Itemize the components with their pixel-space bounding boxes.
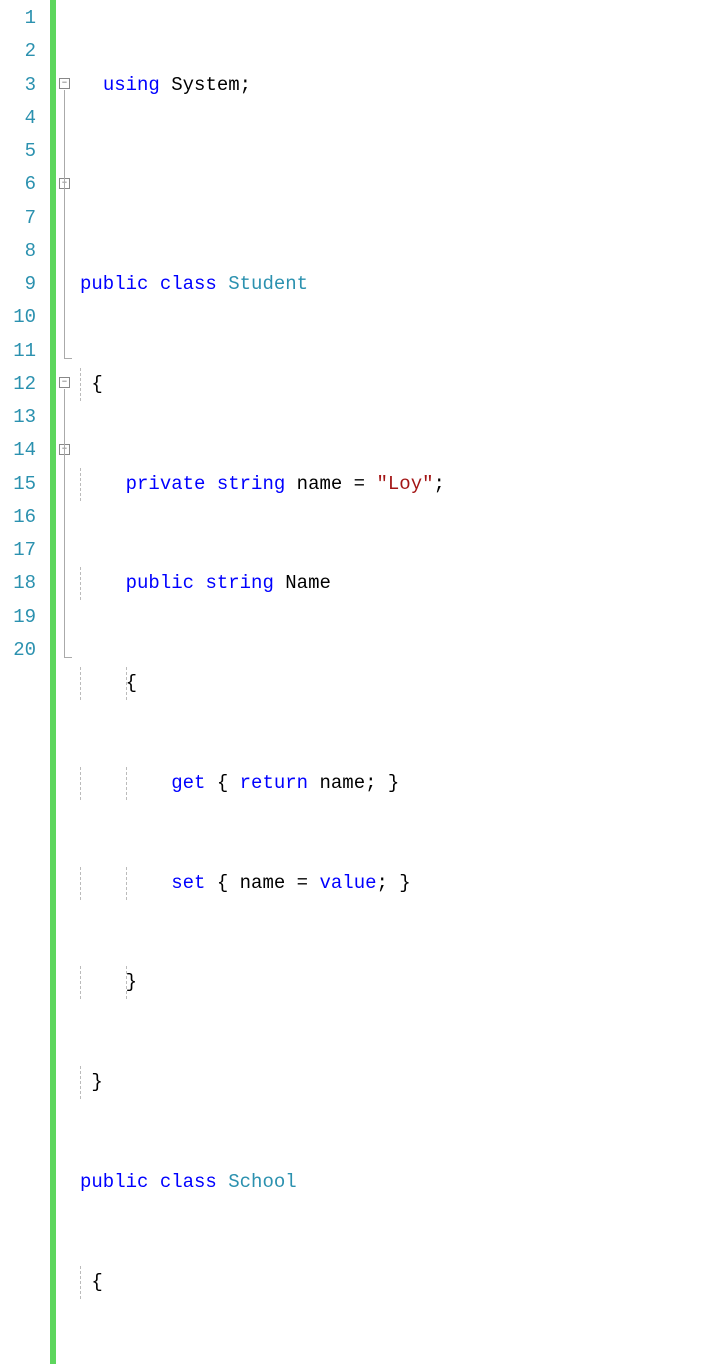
identifier: name bbox=[240, 872, 286, 894]
code-line: private string name = "Loy"; bbox=[80, 468, 559, 501]
code-line: using System; bbox=[80, 69, 559, 102]
keyword: string bbox=[217, 473, 285, 495]
fold-toggle-icon[interactable]: − bbox=[59, 377, 70, 388]
line-number: 6 bbox=[10, 168, 36, 201]
code-line: } bbox=[80, 1066, 559, 1099]
line-number: 4 bbox=[10, 102, 36, 135]
fold-guide-line bbox=[64, 389, 65, 657]
code-line: public class School bbox=[80, 1166, 559, 1199]
fold-guide-line bbox=[64, 90, 65, 358]
line-number: 3 bbox=[10, 69, 36, 102]
keyword: string bbox=[205, 572, 273, 594]
code-line: { bbox=[80, 667, 559, 700]
code-line: { bbox=[80, 368, 559, 401]
keyword: get bbox=[171, 772, 205, 794]
line-number: 11 bbox=[10, 335, 36, 368]
fold-guide-end bbox=[64, 358, 72, 359]
identifier: Name bbox=[285, 572, 331, 594]
string-literal: "Loy" bbox=[377, 473, 434, 495]
line-number: 18 bbox=[10, 567, 36, 600]
code-line: { bbox=[80, 1266, 559, 1299]
line-number-gutter: 1 2 3 4 5 6 7 8 9 10 11 12 13 14 15 16 1… bbox=[0, 0, 50, 1364]
fold-guide-end bbox=[64, 657, 72, 658]
code-line: set { name = value; } bbox=[80, 867, 559, 900]
keyword: class bbox=[160, 1171, 217, 1193]
identifier: name bbox=[319, 772, 365, 794]
keyword: return bbox=[240, 772, 308, 794]
line-number: 17 bbox=[10, 534, 36, 567]
fold-toggle-icon[interactable]: − bbox=[59, 78, 70, 89]
keyword: set bbox=[171, 872, 205, 894]
line-number: 19 bbox=[10, 601, 36, 634]
line-number: 2 bbox=[10, 35, 36, 68]
line-number: 14 bbox=[10, 434, 36, 467]
line-number: 8 bbox=[10, 235, 36, 268]
line-number: 15 bbox=[10, 468, 36, 501]
keyword: public bbox=[80, 1171, 148, 1193]
line-number: 5 bbox=[10, 135, 36, 168]
keyword: using bbox=[103, 74, 160, 96]
code-line: get { return name; } bbox=[80, 767, 559, 800]
keyword: class bbox=[160, 273, 217, 295]
code-line: public class Student bbox=[80, 268, 559, 301]
line-number: 1 bbox=[10, 2, 36, 35]
line-number: 16 bbox=[10, 501, 36, 534]
code-line bbox=[80, 168, 559, 201]
line-number: 12 bbox=[10, 368, 36, 401]
type-name: Student bbox=[228, 273, 308, 295]
code-line: public string Name bbox=[80, 567, 559, 600]
line-number: 13 bbox=[10, 401, 36, 434]
line-number: 9 bbox=[10, 268, 36, 301]
code-line: } bbox=[80, 966, 559, 999]
identifier: name bbox=[297, 473, 343, 495]
keyword: value bbox=[319, 872, 376, 894]
line-number: 7 bbox=[10, 202, 36, 235]
code-folding-gutter: − − − − bbox=[56, 0, 76, 1364]
line-number: 20 bbox=[10, 634, 36, 667]
code-editor-content[interactable]: using System; public class Student { pri… bbox=[76, 0, 559, 1364]
line-number: 10 bbox=[10, 301, 36, 334]
keyword: public bbox=[80, 273, 148, 295]
type-name: School bbox=[228, 1171, 296, 1193]
keyword: private bbox=[126, 473, 206, 495]
keyword: public bbox=[126, 572, 194, 594]
identifier: System bbox=[171, 74, 239, 96]
